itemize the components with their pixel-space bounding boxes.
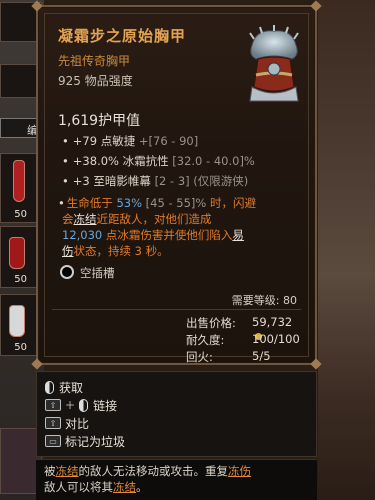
compare-action[interactable]: ⇧ 对比 — [45, 414, 89, 432]
compare-label: 对比 — [65, 416, 90, 431]
mouse-icon — [79, 398, 89, 412]
socket-label: 空插槽 — [80, 266, 115, 280]
affix-range: +[76 - 90] — [138, 134, 199, 148]
affix-text: +38.0% 冰霜抗性 — [72, 154, 173, 168]
action-panel: 获取 ⇧ + 链接 ⇧ 对比 ▭ 标记为垃圾 — [36, 371, 317, 457]
temper-count: 回火: 5/5 — [186, 349, 271, 364]
ctrl-key-icon: ▭ — [45, 435, 61, 447]
item-name: 凝霜步之原始胸甲 — [58, 27, 187, 45]
take-label: 获取 — [59, 380, 84, 395]
take-action[interactable]: 获取 — [45, 378, 83, 396]
keyword-hint: 被冻结的敌人无法移动或攻击。重复冻伤 敌人可以将其冻结。 — [36, 459, 317, 500]
potion-icon — [9, 305, 25, 337]
potion-icon — [13, 160, 25, 202]
mouse-icon — [45, 380, 54, 394]
required-level: 需要等级: 80 — [231, 294, 297, 307]
vulnerable-keyword[interactable]: 易 — [232, 228, 244, 242]
potion-icon — [9, 237, 25, 269]
item-quantity: 50 — [14, 342, 27, 353]
affix-row: • +38.0% 冰霜抗性 [32.0 - 40.0]% — [62, 154, 255, 168]
affix-text: +79 点敏捷 — [72, 134, 139, 148]
shift-key-icon: ⇧ — [45, 399, 61, 411]
shift-key-icon: ⇧ — [45, 417, 61, 429]
durability: 耐久度: 100/100 — [186, 332, 300, 347]
affix-range: [2 - 3] (仅限游侠) — [154, 174, 249, 188]
junk-label: 标记为垃圾 — [65, 434, 126, 449]
sell-price: 出售价格: 59,732 — [186, 315, 292, 340]
item-type: 先祖传奇胸甲 — [58, 54, 131, 68]
affix-text: +3 至暗影帷幕 — [72, 174, 155, 188]
item-tooltip: 凝霜步之原始胸甲 先祖传奇胸甲 925 物品强度 1,619护甲值 • +79 点… — [31, 0, 322, 370]
chest-armor-icon — [249, 25, 299, 102]
freeze-keyword[interactable]: 冻结 — [74, 212, 97, 226]
affix-row: • +79 点敏捷 +[76 - 90] — [62, 134, 199, 148]
link-label: 链接 — [93, 398, 118, 413]
affix-row: • +3 至暗影帷幕 [2 - 3] (仅限游侠) — [62, 174, 249, 188]
armor-value: 1,619护甲值 — [58, 113, 141, 129]
link-action[interactable]: ⇧ + 链接 — [45, 396, 117, 414]
unique-power-text: • 生命低于 53% [45 - 55]% 时，闪避 会冻结近距敌人，对他们造成 … — [58, 196, 256, 258]
divider — [52, 309, 301, 310]
item-power: 925 物品强度 — [58, 74, 133, 88]
item-quantity: 50 — [14, 274, 27, 285]
mark-junk-action[interactable]: ▭ 标记为垃圾 — [45, 432, 125, 450]
empty-socket-icon — [60, 265, 74, 279]
scene-background — [318, 0, 375, 500]
item-quantity: 50 — [14, 209, 27, 220]
affix-range: [32.0 - 40.0]% — [172, 154, 255, 168]
